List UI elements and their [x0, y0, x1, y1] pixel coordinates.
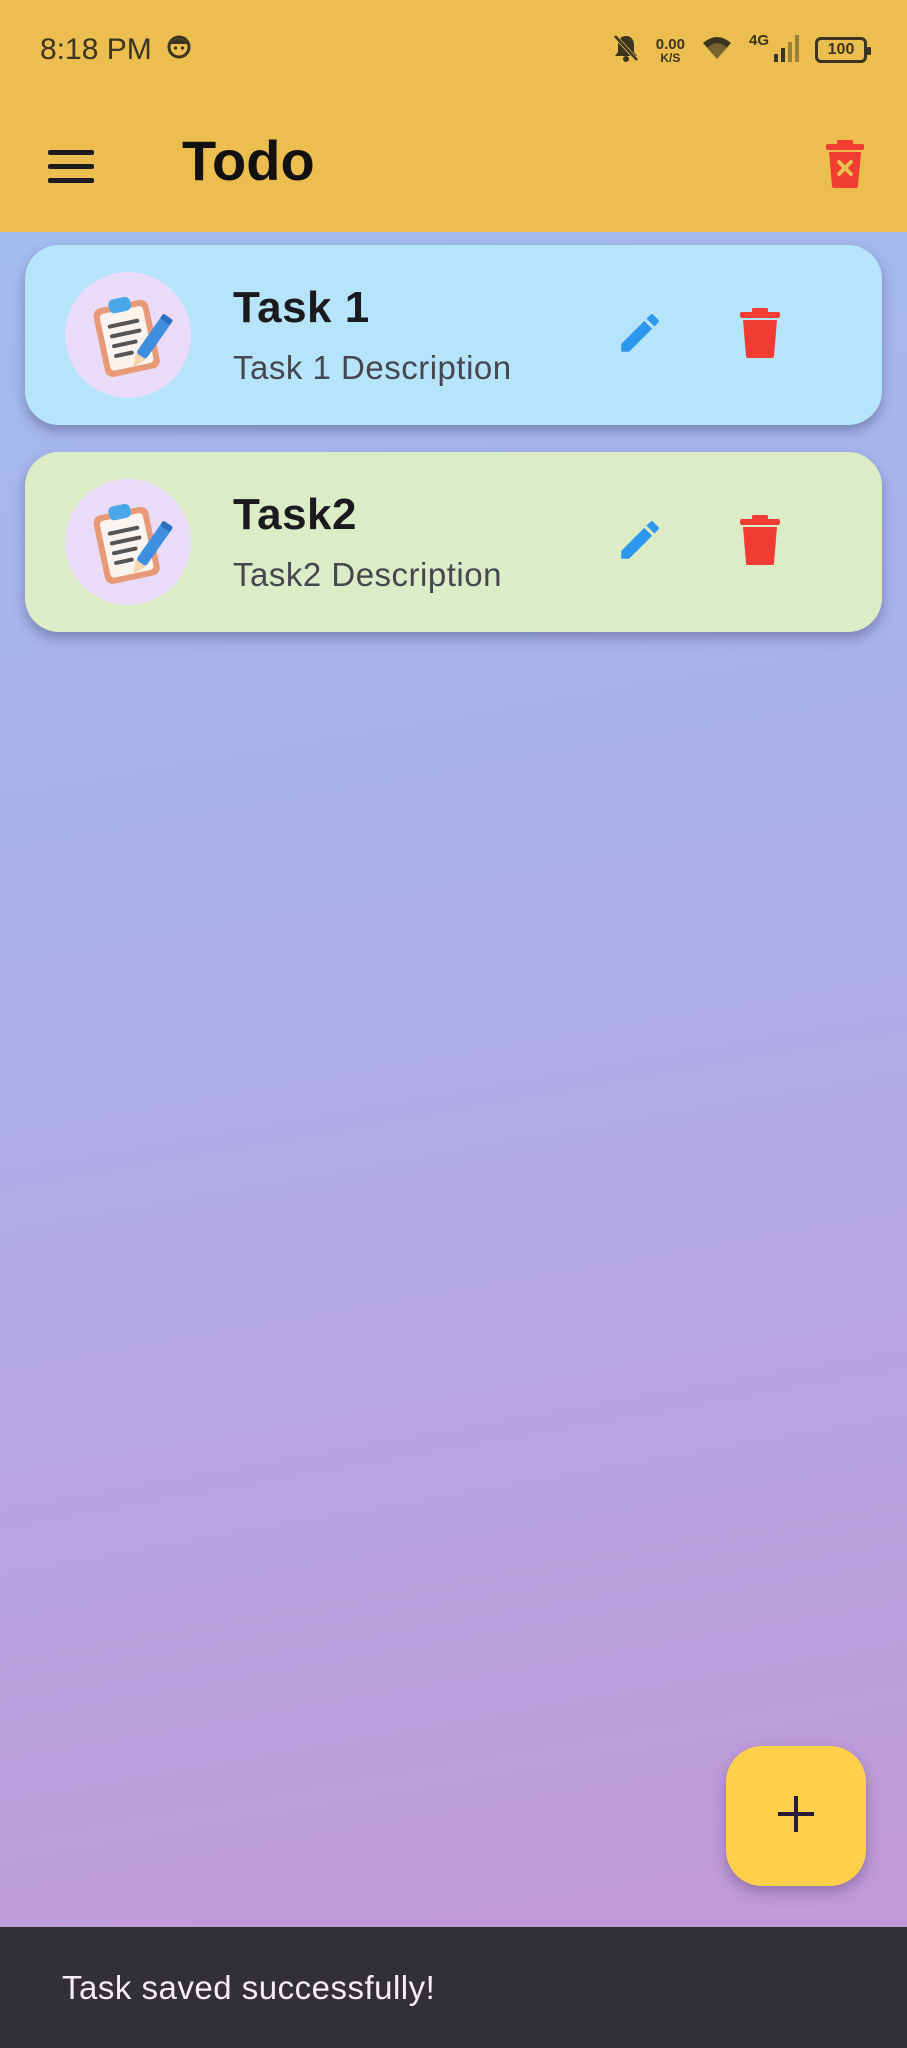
task-title: Task2	[233, 490, 357, 539]
delete-task-button[interactable]	[728, 303, 792, 367]
app-bar: Todo	[0, 100, 907, 232]
snackbar-message: Task saved successfully!	[62, 1968, 436, 2006]
page-title: Todo	[182, 129, 315, 192]
task-avatar	[65, 479, 191, 605]
status-time: 8:18 PM	[40, 33, 152, 66]
task-description: Task2 Description	[233, 556, 502, 593]
edit-task-button[interactable]	[608, 303, 672, 367]
pencil-icon	[615, 515, 665, 570]
network-speed-value: 0.00	[655, 35, 685, 53]
task-card[interactable]: Task 1 Task 1 Description	[25, 245, 882, 425]
bell-muted-icon	[612, 33, 640, 68]
network-type: 4G	[748, 31, 769, 49]
menu-button[interactable]	[36, 134, 106, 198]
battery-level: 100	[827, 41, 855, 58]
clear-all-button[interactable]	[813, 134, 877, 198]
task-card[interactable]: Task2 Task2 Description	[25, 452, 882, 632]
trash-icon	[739, 307, 781, 363]
pencil-icon	[615, 308, 665, 363]
snackbar: Task saved successfully!	[0, 1927, 907, 2048]
signal-icon	[773, 34, 799, 67]
notification-face-icon	[166, 33, 192, 67]
plus-icon	[774, 1792, 818, 1841]
network-speed-unit: K/S	[660, 50, 681, 65]
task-description: Task 1 Description	[233, 349, 512, 386]
task-title: Task 1	[233, 283, 370, 332]
trash-icon	[739, 514, 781, 570]
status-right: 0.00 K/S 4G 100	[612, 31, 871, 68]
delete-sweep-icon	[825, 139, 865, 193]
wifi-icon	[701, 35, 733, 66]
status-bar: 8:18 PM 0.00 K/S 4G 100	[0, 0, 907, 100]
hamburger-menu-icon	[48, 149, 94, 155]
network-speed: 0.00 K/S	[656, 37, 685, 64]
battery-indicator: 100	[815, 37, 871, 63]
status-left: 8:18 PM	[40, 33, 192, 67]
task-avatar	[65, 272, 191, 398]
hamburger-line	[48, 163, 94, 169]
add-task-button[interactable]	[726, 1746, 866, 1886]
edit-task-button[interactable]	[608, 510, 672, 574]
clipboard-pencil-icon	[78, 283, 178, 388]
clipboard-pencil-icon	[78, 490, 178, 595]
delete-task-button[interactable]	[728, 510, 792, 574]
hamburger-line	[48, 177, 94, 183]
